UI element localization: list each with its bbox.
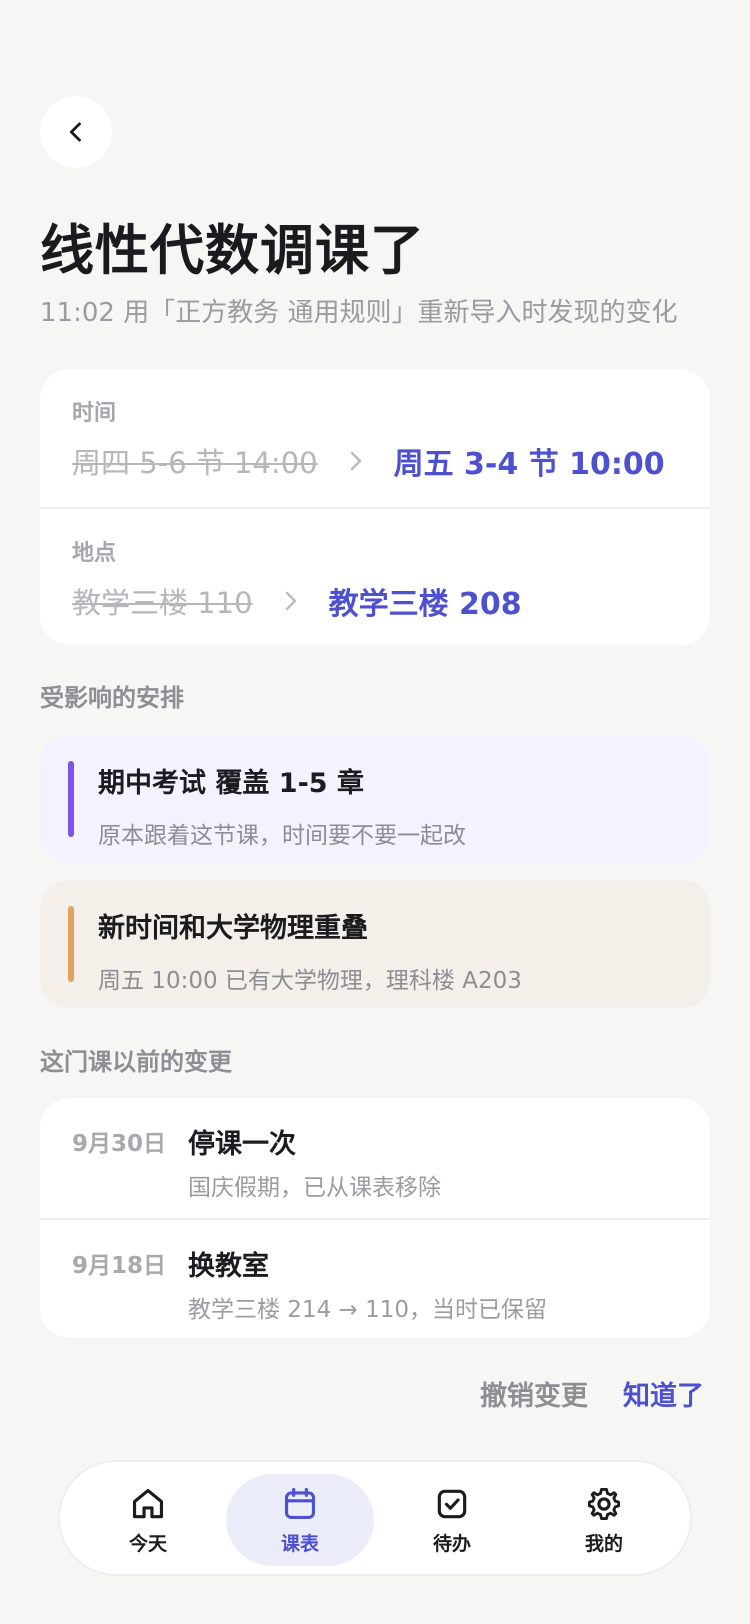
home-icon (132, 1488, 164, 1518)
history-date: 9月18日 (72, 1253, 167, 1279)
back-button[interactable] (40, 96, 112, 168)
tab-label: 我的 (584, 1532, 623, 1555)
undo-change-button[interactable]: 撤销变更 (480, 1374, 588, 1413)
history-item: 9月18日 换教室 教学三楼 214 → 110，当时已保留 (40, 1218, 710, 1338)
time-change-row: 时间 周四 5-6 节 14:00 周五 3-4 节 10:00 (40, 369, 710, 507)
alert-desc: 原本跟着这节课，时间要不要一起改 (98, 823, 466, 849)
time-label: 时间 (72, 401, 117, 426)
new-location: 教学三楼 208 (328, 587, 522, 622)
tab-schedule[interactable]: 课表 (226, 1474, 374, 1566)
chevron-right-icon (283, 590, 299, 612)
chevron-right-icon (348, 450, 364, 472)
history-title: 换教室 (188, 1251, 269, 1282)
history-date: 9月30日 (72, 1131, 167, 1157)
tab-me[interactable]: 我的 (530, 1474, 678, 1566)
alert-desc: 周五 10:00 已有大学物理，理科楼 A203 (98, 968, 522, 994)
history-desc: 教学三楼 214 → 110，当时已保留 (188, 1297, 548, 1323)
checkbox-icon (437, 1489, 467, 1518)
history-title: 停课一次 (188, 1129, 296, 1160)
tab-today[interactable]: 今天 (74, 1474, 222, 1566)
page-title: 线性代数调课了 (40, 219, 425, 282)
calendar-icon (284, 1487, 316, 1519)
alert-accent-bar (68, 906, 74, 982)
new-time: 周五 3-4 节 10:00 (393, 447, 665, 482)
time-values: 周四 5-6 节 14:00 周五 3-4 节 10:00 (72, 439, 678, 483)
alert-accent-bar (68, 761, 74, 837)
gear-icon (588, 1487, 620, 1520)
tab-label: 待办 (432, 1532, 471, 1555)
tab-todo[interactable]: 待办 (378, 1474, 526, 1566)
course-change-page: 线性代数调课了 11:02 用「正方教务 通用规则」重新导入时发现的变化 时间 … (0, 0, 750, 1624)
history-desc: 国庆假期，已从课表移除 (188, 1175, 441, 1201)
history-card: 9月30日 停课一次 国庆假期，已从课表移除 9月18日 换教室 教学三楼 21… (40, 1098, 710, 1338)
page-subtitle: 11:02 用「正方教务 通用规则」重新导入时发现的变化 (40, 298, 678, 328)
conflict-alert-card[interactable]: 新时间和大学物理重叠 周五 10:00 已有大学物理，理科楼 A203 (40, 880, 710, 1008)
location-change-row: 地点 教学三楼 110 教学三楼 208 (40, 507, 710, 645)
chevron-left-icon (69, 122, 81, 142)
tab-label: 课表 (280, 1532, 319, 1555)
old-location: 教学三楼 110 (72, 586, 253, 620)
history-item: 9月30日 停课一次 国庆假期，已从课表移除 (40, 1098, 710, 1218)
location-label: 地点 (72, 541, 117, 566)
exam-alert-card[interactable]: 期中考试 覆盖 1-5 章 原本跟着这节课，时间要不要一起改 (40, 735, 710, 863)
affected-section-title: 受影响的安排 (40, 684, 184, 712)
alert-title: 新时间和大学物理重叠 (98, 913, 368, 944)
bottom-tab-bar: 今天 课表 待办 我的 (58, 1460, 692, 1576)
alert-title: 期中考试 覆盖 1-5 章 (98, 768, 364, 799)
location-values: 教学三楼 110 教学三楼 208 (72, 579, 678, 623)
change-card: 时间 周四 5-6 节 14:00 周五 3-4 节 10:00 地点 教学三楼… (40, 369, 710, 645)
old-time: 周四 5-6 节 14:00 (72, 446, 318, 480)
acknowledge-button[interactable]: 知道了 (623, 1374, 704, 1413)
history-section-title: 这门课以前的变更 (40, 1048, 232, 1076)
tab-label: 今天 (128, 1532, 167, 1555)
